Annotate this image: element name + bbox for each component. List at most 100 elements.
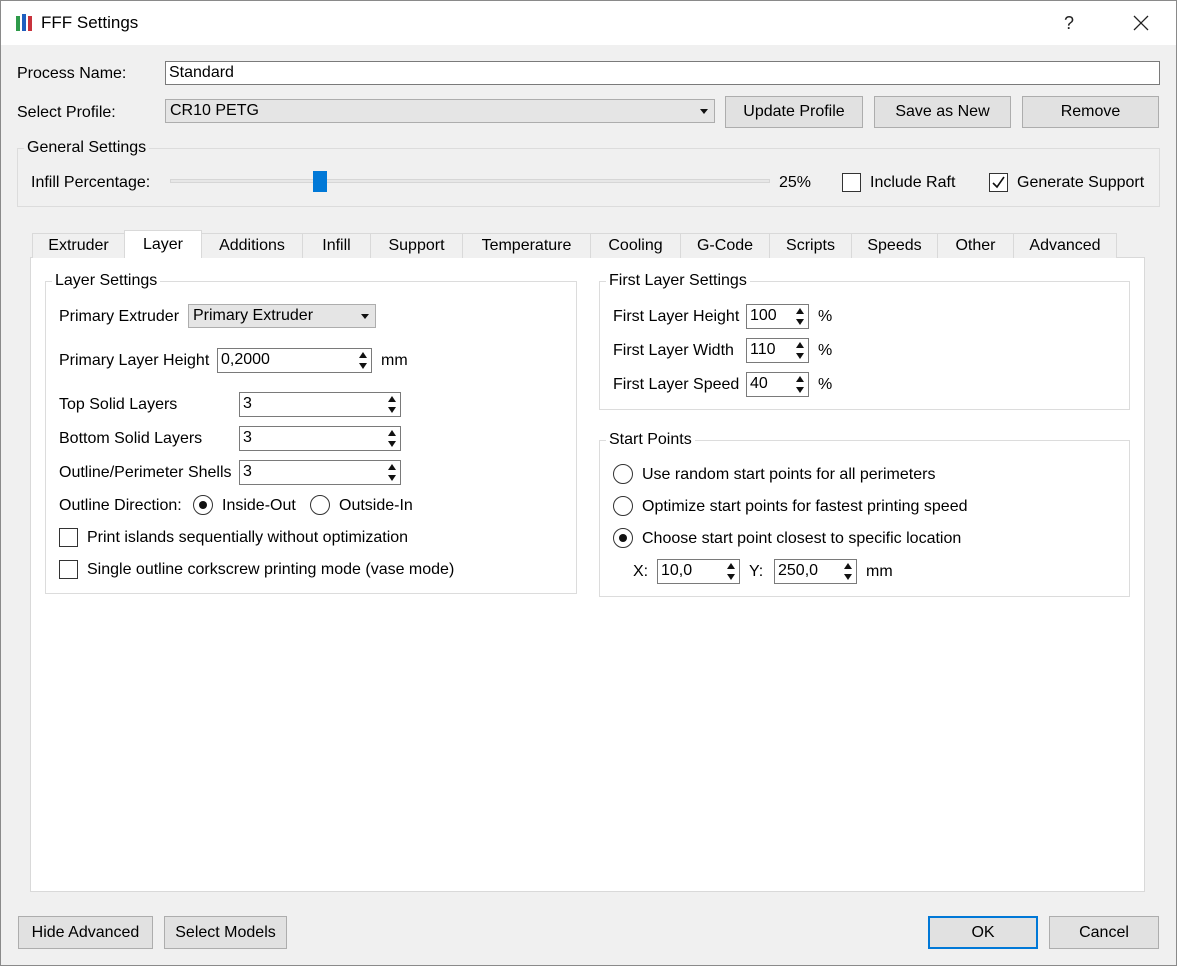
y-spinbox[interactable]: 250,0 [774, 559, 857, 584]
layer-height-value: 0,2000 [221, 351, 270, 368]
top-solid-label: Top Solid Layers [59, 396, 178, 413]
random-start-radio[interactable] [613, 464, 633, 484]
first-layer-speed-spinbox[interactable]: 40 [746, 372, 809, 397]
x-spinbox[interactable]: 10,0 [657, 559, 740, 584]
primary-extruder-value: Primary Extruder [193, 307, 314, 324]
tab-layer[interactable]: Layer [124, 230, 202, 258]
first-layer-height-spinbox[interactable]: 100 [746, 304, 809, 329]
bottom-solid-label: Bottom Solid Layers [59, 430, 203, 447]
bottom-solid-spinbox[interactable]: 3 [239, 426, 401, 451]
layer-height-spinbox[interactable]: 0,2000 [217, 348, 372, 373]
first-layer-height-value: 100 [750, 307, 777, 324]
tab-gcode[interactable]: G-Code [680, 233, 770, 258]
tab-other[interactable]: Other [937, 233, 1014, 258]
profile-select[interactable]: CR10 PETG [165, 99, 715, 123]
random-start-label: Use random start points for all perimete… [642, 466, 936, 483]
primary-extruder-select[interactable]: Primary Extruder [188, 304, 376, 328]
spin-arrows-icon[interactable] [793, 306, 807, 327]
x-value: 10,0 [661, 562, 693, 579]
first-layer-width-unit: % [818, 342, 833, 359]
vase-mode-checkbox[interactable] [59, 560, 78, 579]
close-button[interactable] [1118, 1, 1164, 45]
first-layer-width-spinbox[interactable]: 110 [746, 338, 809, 363]
select-profile-label: Select Profile: [17, 104, 116, 121]
first-layer-title: First Layer Settings [606, 272, 750, 290]
outside-in-radio[interactable] [310, 495, 330, 515]
title-bar: FFF Settings [1, 1, 1176, 45]
generate-support-label: Generate Support [1017, 174, 1145, 191]
layer-settings-title: Layer Settings [52, 272, 161, 290]
islands-checkbox[interactable] [59, 528, 78, 547]
outside-in-label: Outside-In [339, 497, 413, 514]
bottom-solid-value: 3 [243, 429, 252, 446]
chevron-down-icon [700, 109, 708, 114]
remove-button[interactable]: Remove [1022, 96, 1159, 128]
shells-value: 3 [243, 463, 252, 480]
infill-percentage-label: Infill Percentage: [31, 174, 151, 191]
first-layer-height-label: First Layer Height [613, 308, 740, 325]
update-profile-button[interactable]: Update Profile [725, 96, 863, 128]
save-as-new-button[interactable]: Save as New [874, 96, 1011, 128]
first-layer-speed-unit: % [818, 376, 833, 393]
vase-mode-label: Single outline corkscrew printing mode (… [87, 561, 455, 578]
infill-percentage-value: 25% [779, 174, 812, 191]
tab-temperature[interactable]: Temperature [462, 233, 591, 258]
select-models-button[interactable]: Select Models [164, 916, 287, 949]
shells-label: Outline/Perimeter Shells [59, 464, 232, 481]
hide-advanced-button[interactable]: Hide Advanced [18, 916, 153, 949]
spin-arrows-icon[interactable] [356, 350, 370, 371]
window-title: FFF Settings [41, 13, 139, 32]
spin-arrows-icon[interactable] [385, 462, 399, 483]
check-icon [992, 176, 1005, 189]
first-layer-width-label: First Layer Width [613, 342, 734, 359]
top-solid-spinbox[interactable]: 3 [239, 392, 401, 417]
spin-arrows-icon[interactable] [385, 428, 399, 449]
outline-direction-label: Outline Direction: [59, 497, 182, 514]
ok-button[interactable]: OK [928, 916, 1038, 949]
tab-scripts[interactable]: Scripts [769, 233, 852, 258]
profile-select-value: CR10 PETG [170, 102, 259, 119]
process-name-label: Process Name: [17, 65, 127, 82]
tab-additions[interactable]: Additions [201, 233, 303, 258]
primary-extruder-label: Primary Extruder [59, 308, 180, 325]
islands-label: Print islands sequentially without optim… [87, 529, 409, 546]
include-raft-checkbox[interactable] [842, 173, 861, 192]
x-label: X: [633, 563, 649, 580]
inside-out-radio[interactable] [193, 495, 213, 515]
generate-support-checkbox[interactable] [989, 173, 1008, 192]
cancel-button[interactable]: Cancel [1049, 916, 1159, 949]
spin-arrows-icon[interactable] [724, 561, 738, 582]
first-layer-speed-label: First Layer Speed [613, 376, 740, 393]
spin-arrows-icon[interactable] [793, 340, 807, 361]
infill-slider-handle[interactable] [313, 171, 327, 192]
infill-slider-track[interactable] [170, 179, 770, 183]
spin-arrows-icon[interactable] [793, 374, 807, 395]
shells-spinbox[interactable]: 3 [239, 460, 401, 485]
first-layer-width-value: 110 [750, 341, 776, 358]
close-icon [1133, 15, 1149, 31]
general-settings-title: General Settings [24, 139, 150, 157]
spin-arrows-icon[interactable] [385, 394, 399, 415]
tab-infill[interactable]: Infill [302, 233, 371, 258]
y-value: 250,0 [778, 562, 819, 579]
first-layer-height-unit: % [818, 308, 833, 325]
start-point-unit: mm [866, 563, 893, 580]
specific-start-radio[interactable] [613, 528, 633, 548]
top-solid-value: 3 [243, 395, 252, 412]
process-name-input[interactable]: Standard [165, 61, 1160, 85]
app-icon [16, 14, 32, 31]
tab-speeds[interactable]: Speeds [851, 233, 938, 258]
tab-support[interactable]: Support [370, 233, 463, 258]
tab-advanced[interactable]: Advanced [1013, 233, 1117, 258]
include-raft-label: Include Raft [870, 174, 956, 191]
tab-cooling[interactable]: Cooling [590, 233, 681, 258]
help-button[interactable]: ? [1046, 1, 1092, 45]
y-label: Y: [749, 563, 764, 580]
spin-arrows-icon[interactable] [841, 561, 855, 582]
layer-height-unit: mm [381, 352, 408, 369]
chevron-down-icon [361, 314, 369, 319]
tab-extruder[interactable]: Extruder [32, 233, 125, 258]
inside-out-label: Inside-Out [222, 497, 296, 514]
optimize-start-radio[interactable] [613, 496, 633, 516]
start-points-title: Start Points [606, 431, 695, 449]
